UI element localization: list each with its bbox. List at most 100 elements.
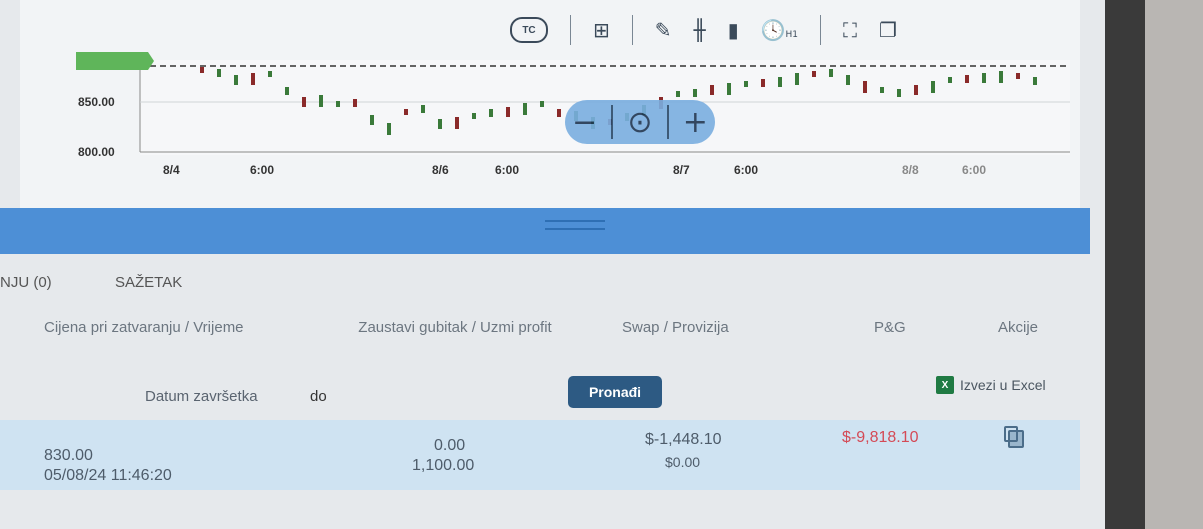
close-time: 05/08/24 11:46:20	[44, 467, 172, 484]
splitter-grip-icon[interactable]	[545, 220, 605, 230]
candle	[761, 79, 765, 87]
tab-open-positions[interactable]: NJU (0)	[0, 274, 52, 291]
candle	[302, 97, 306, 107]
candle	[387, 123, 391, 135]
candle	[999, 71, 1003, 83]
candle	[489, 109, 493, 117]
x-tick: 6:00	[250, 163, 275, 177]
toolbar-divider	[820, 15, 821, 45]
candle	[948, 77, 952, 83]
take-profit: 1,100.00	[412, 457, 475, 474]
drawing-tools-icon[interactable]: ✎	[655, 18, 672, 42]
candle	[795, 73, 799, 85]
x-tick: 6:00	[734, 163, 759, 177]
x-tick: 8/8	[902, 163, 919, 177]
x-tick: 6:00	[495, 163, 520, 177]
grid-layout-icon[interactable]: ⊞	[593, 18, 610, 42]
swap-value: $-1,448.10	[645, 431, 722, 448]
candle	[455, 117, 459, 129]
zoom-divider	[611, 105, 614, 139]
price-chart[interactable]: TC ⊞ ✎ ╫ ▮ 🕓H1 ⛶ ❐ − ⊙ + 850.00 800.00 8…	[20, 0, 1080, 209]
candle	[931, 81, 935, 93]
candle	[965, 75, 969, 83]
pnl-value: $-9,818.10	[842, 429, 919, 446]
candle	[693, 89, 697, 97]
candle	[744, 81, 748, 87]
column-header-pnl[interactable]: P&G	[874, 318, 906, 338]
column-header-stop-take[interactable]: Zaustavi gubitak / Uzmi profit	[345, 318, 565, 338]
ohlc-chart-icon[interactable]: ╫	[694, 18, 706, 42]
candle	[897, 89, 901, 97]
timeframe-clock-icon[interactable]: 🕓H1	[761, 18, 798, 42]
column-header-swap[interactable]: Swap / Provizija	[622, 318, 729, 338]
x-tick: 6:00	[962, 163, 987, 177]
zoom-reset-icon[interactable]: ⊙	[627, 105, 652, 140]
candle	[523, 103, 527, 115]
zoom-divider	[666, 105, 669, 139]
candle	[846, 75, 850, 85]
candle	[863, 81, 867, 93]
candle	[353, 99, 357, 107]
candle	[1033, 77, 1037, 85]
candle	[404, 109, 408, 115]
export-excel-link[interactable]: X Izvezi u Excel	[936, 376, 1046, 394]
current-price-tag	[76, 52, 154, 70]
candle	[336, 101, 340, 107]
candle	[234, 75, 238, 85]
tab-summary[interactable]: SAŽETAK	[115, 274, 182, 291]
chart-toolbar: TC ⊞ ✎ ╫ ▮ 🕓H1 ⛶ ❐	[510, 10, 897, 50]
candle	[200, 67, 204, 73]
copy-icon[interactable]	[1004, 426, 1024, 448]
candle	[1016, 73, 1020, 79]
timeframe-label: H1	[785, 30, 799, 40]
zoom-control: − ⊙ +	[565, 100, 715, 144]
candle	[880, 87, 884, 93]
candle	[319, 95, 323, 107]
bar-chart-icon[interactable]: ▮	[728, 18, 739, 42]
monitor-bezel	[1105, 0, 1203, 529]
candle	[727, 83, 731, 95]
column-header-actions: Akcije	[998, 319, 1039, 336]
candle	[438, 119, 442, 129]
trading-central-icon[interactable]: TC	[510, 17, 548, 43]
candle	[710, 85, 714, 95]
candle	[370, 115, 374, 125]
toolbar-divider	[570, 15, 571, 45]
to-label: do	[310, 388, 327, 405]
background-wall	[1145, 0, 1203, 529]
candle	[540, 101, 544, 107]
fullscreen-icon[interactable]: ⛶	[843, 18, 857, 42]
x-tick: 8/6	[432, 163, 449, 177]
candle	[778, 77, 782, 87]
y-tick-850: 850.00	[78, 95, 115, 109]
commission-value: $0.00	[665, 454, 701, 470]
candle	[217, 69, 221, 77]
end-date-label: Datum završetka	[145, 388, 258, 405]
zoom-in-icon[interactable]: +	[683, 105, 708, 140]
panel-splitter[interactable]	[0, 208, 1090, 254]
close-price: 830.00	[44, 447, 93, 464]
x-tick: 8/7	[673, 163, 690, 177]
toolbar-divider	[631, 15, 633, 45]
candle	[829, 69, 833, 77]
window-icon[interactable]: ❐	[879, 18, 897, 42]
search-button[interactable]: Pronađi	[568, 376, 662, 408]
export-excel-label: Izvezi u Excel	[960, 377, 1046, 393]
candle	[472, 113, 476, 119]
excel-icon: X	[936, 376, 954, 394]
candle	[421, 105, 425, 113]
candle	[506, 107, 510, 117]
candle	[251, 73, 255, 85]
candle	[557, 109, 561, 117]
candle	[812, 71, 816, 77]
stop-loss: 0.00	[434, 437, 466, 454]
zoom-out-icon[interactable]: −	[572, 105, 597, 140]
candle	[285, 87, 289, 95]
candle	[676, 91, 680, 97]
candle	[914, 85, 918, 95]
candle	[268, 71, 272, 77]
trading-app-screen: TC ⊞ ✎ ╫ ▮ 🕓H1 ⛶ ❐ − ⊙ + 850.00 800.00 8…	[0, 0, 1105, 529]
column-header-close-price[interactable]: Cijena pri zatvaranju / Vrijeme	[44, 318, 294, 338]
candle	[982, 73, 986, 83]
y-tick-800: 800.00	[78, 145, 115, 159]
